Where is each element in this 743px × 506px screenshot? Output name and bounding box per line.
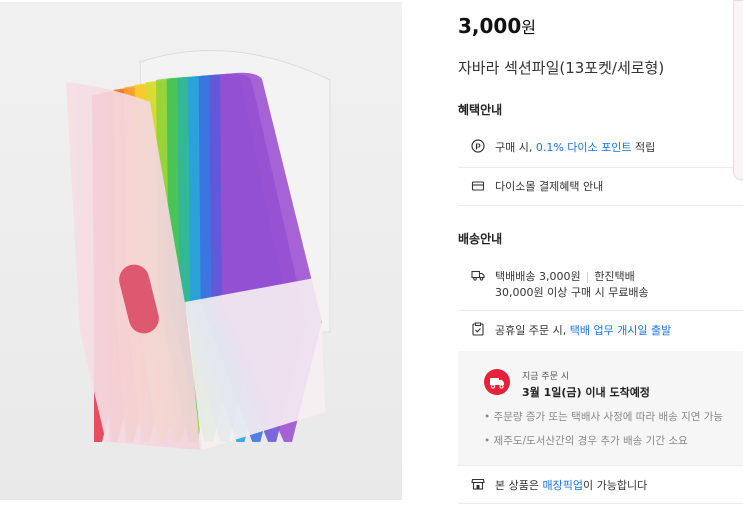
shipping-note: • 제주도/도서산간의 경우 추가 배송 기간 소요 [484,435,688,447]
holiday-shipping-text: 공휴일 주문 시, 택배 업무 개시일 출발 [495,324,672,337]
store-pickup-row: 본 상품은 매장픽업이 가능합니다 [458,466,743,504]
shipping-method-row: 택배배송 3,000원 | 한진택배 30,000원 이상 구매 시 무료배송 [458,258,743,311]
floating-side-panel[interactable] [733,0,743,180]
clipboard-check-icon [472,322,484,336]
delivery-estimate-box: 지금 주문 시 3월 1일(금) 이내 도착예정 • 주문량 증가 또는 택배사… [458,351,743,466]
store-pickup-link[interactable]: 매장픽업 [542,479,582,492]
credit-card-icon [471,181,485,191]
shipping-method-text: 택배배송 3,000원 | 한진택배 [495,270,635,283]
svg-text:P: P [475,143,481,152]
estimated-arrival: 3월 1일(금) 이내 도착예정 [522,386,650,399]
free-shipping-condition: 30,000원 이상 구매 시 무료배송 [495,286,649,299]
delivery-truck-icon [471,270,485,281]
daiso-point-link[interactable]: 0.1% 다이소 포인트 [536,141,632,154]
fast-delivery-badge-icon [484,369,510,395]
shipping-note: • 주문량 증가 또는 택배사 사정에 따라 배송 지연 가능 [484,411,724,423]
card-benefit-row[interactable]: 다이소몰 결제혜택 안내 [458,168,743,206]
point-benefit-row: P 구매 시, 0.1% 다이소 포인트 적립 [458,128,743,168]
shipping-heading: 배송안내 [458,232,503,246]
holiday-shipping-link[interactable]: 택배 업무 개시일 출발 [570,324,672,337]
store-pickup-text: 본 상품은 매장픽업이 가능합니다 [495,479,648,492]
point-icon: P [471,139,485,153]
product-price: 3,000원 [458,14,536,38]
store-icon [471,478,485,490]
product-info-panel: 3,000원 자바라 섹션파일(13포켓/세로형) 혜택안내 P 구매 시, 0… [458,0,743,506]
holiday-shipping-row: 공휴일 주문 시, 택배 업무 개시일 출발 [458,311,743,351]
rainbow-file-illustration [0,2,402,500]
card-benefit-text: 다이소몰 결제혜택 안내 [495,180,604,193]
order-now-label: 지금 주문 시 [522,372,570,382]
product-title: 자바라 섹션파일(13포켓/세로형) [458,59,665,77]
benefits-heading: 혜택안내 [458,103,503,117]
product-image [0,2,402,500]
point-benefit-text: 구매 시, 0.1% 다이소 포인트 적립 [495,141,656,154]
